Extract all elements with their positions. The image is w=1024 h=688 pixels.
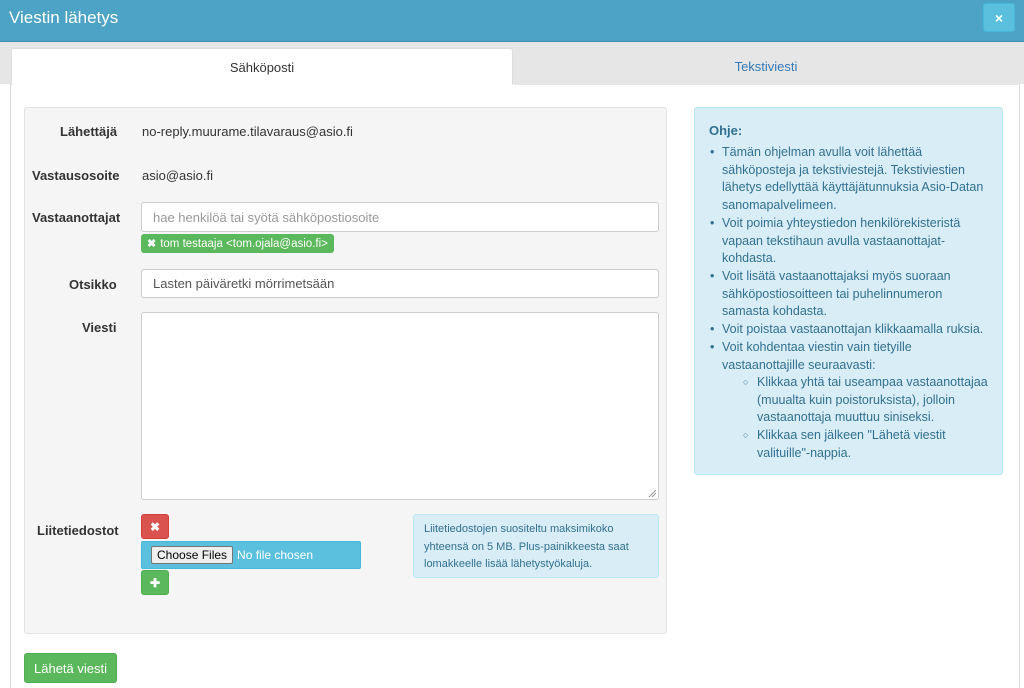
close-icon: × bbox=[994, 9, 1004, 26]
tab-email[interactable]: Sähköposti bbox=[11, 48, 513, 85]
attachment-note: Liitetiedostojen suositeltu maksimikoko … bbox=[413, 514, 659, 578]
attachments-label: Liitetiedostot bbox=[37, 523, 119, 538]
close-button[interactable]: × bbox=[983, 3, 1015, 32]
help-line: Voit lisätä vastaanottajaksi myös suoraa… bbox=[722, 269, 951, 283]
message-label: Viesti bbox=[82, 320, 117, 335]
subject-label: Otsikko bbox=[69, 277, 117, 292]
help-line: sanomapalvelimeen. bbox=[722, 198, 837, 213]
recipients-input[interactable]: hae henkilöä tai syötä sähköpostiosoite bbox=[141, 202, 659, 232]
help-line: samasta kohdasta. bbox=[722, 304, 827, 319]
help-line: Voit kohdentaa viestin vain tietyille bbox=[722, 340, 912, 354]
help-item: Voit lisätä vastaanottajaksi myös suoraa… bbox=[710, 268, 992, 321]
message-textarea[interactable] bbox=[141, 312, 659, 500]
help-line: valituille"-nappia. bbox=[757, 445, 852, 460]
help-item: Tämän ohjelman avulla voit lähettää sähk… bbox=[710, 144, 992, 215]
recipients-label: Vastaanottajat bbox=[32, 210, 121, 225]
attachment-note-line: lomakkeelle lisää lähetystyökaluja. bbox=[424, 558, 593, 570]
help-panel: Ohje: Tämän ohjelman avulla voit lähettä… bbox=[694, 107, 1003, 475]
sender-value: no-reply.muurame.tilavaraus@asio.fi bbox=[142, 124, 353, 139]
help-title: Ohje: bbox=[709, 123, 743, 138]
help-item: Voit kohdentaa viestin vain tietyille va… bbox=[710, 339, 992, 374]
dialog-title: Viestin lähetys bbox=[9, 8, 119, 27]
remove-icon: ✖ bbox=[149, 519, 161, 534]
choose-files-button[interactable]: Choose Files bbox=[151, 546, 234, 564]
help-line: kohdasta. bbox=[722, 251, 777, 266]
sender-label: Lähettäjä bbox=[60, 124, 118, 139]
reply-to-label: Vastausosoite bbox=[32, 168, 120, 183]
help-line: Tämän ohjelman avulla voit lähettää bbox=[722, 145, 923, 159]
help-line: vapaan tekstihaun avulla vastaanottajat- bbox=[722, 233, 946, 248]
tab-sms[interactable]: Tekstiviesti bbox=[514, 48, 1018, 85]
file-input[interactable]: Choose Files No file chosen bbox=[141, 541, 361, 569]
send-message-button[interactable]: Lähetä viesti bbox=[24, 653, 117, 683]
help-line: sähköposteja ja tekstiviestejä. Tekstivi… bbox=[722, 162, 965, 177]
help-line: sähköpostiosoitteen tai puhelinnumeron bbox=[722, 286, 943, 301]
remove-attachment-button[interactable]: ✖ bbox=[141, 514, 169, 539]
plus-icon: ✚ bbox=[149, 575, 161, 590]
resize-handle-icon[interactable] bbox=[648, 489, 656, 497]
help-subitem: Klikkaa yhtä tai useampaa vastaanottajaa… bbox=[743, 374, 992, 427]
file-status: No file chosen bbox=[237, 548, 314, 562]
help-line: Klikkaa yhtä tai useampaa vastaanottajaa bbox=[757, 375, 988, 389]
help-line: vastaanottajille seuraavasti: bbox=[722, 357, 876, 372]
help-line: Klikkaa sen jälkeen "Lähetä viestit bbox=[757, 428, 946, 442]
recipient-tag[interactable]: ✖ tom testaaja <tom.ojala@asio.fi> bbox=[141, 234, 334, 253]
add-attachment-button[interactable]: ✚ bbox=[141, 570, 169, 595]
subject-input[interactable]: Lasten päiväretki mörrimetsään bbox=[141, 269, 659, 298]
help-line: Voit poimia yhteystiedon henkilörekister… bbox=[722, 216, 961, 230]
reply-to-value: asio@asio.fi bbox=[142, 168, 214, 183]
help-line: vastaanottaja muuttuu siniseksi. bbox=[757, 410, 935, 425]
attachment-note-line: Liitetiedostojen suositeltu maksimikoko bbox=[424, 523, 614, 535]
recipient-tag-label: tom testaaja <tom.ojala@asio.fi> bbox=[160, 237, 328, 250]
remove-recipient-icon[interactable]: ✖ bbox=[147, 237, 156, 250]
dialog-titlebar: Viestin lähetys bbox=[0, 0, 1024, 42]
help-subitem: Klikkaa sen jälkeen "Lähetä viestit vali… bbox=[743, 427, 992, 462]
help-item: Voit poimia yhteystiedon henkilörekister… bbox=[710, 215, 992, 268]
help-item: Voit poistaa vastaanottajan klikkaamalla… bbox=[710, 321, 992, 339]
help-line: (muualta kuin poistoruksista), jolloin bbox=[757, 392, 956, 407]
help-line: lähetys edellyttää käyttäjätunnuksia Asi… bbox=[722, 180, 984, 195]
help-line: Voit poistaa vastaanottajan klikkaamalla… bbox=[722, 322, 984, 336]
attachment-note-line: yhteensä on 5 MB. Plus-painikkeesta saat bbox=[424, 540, 629, 553]
